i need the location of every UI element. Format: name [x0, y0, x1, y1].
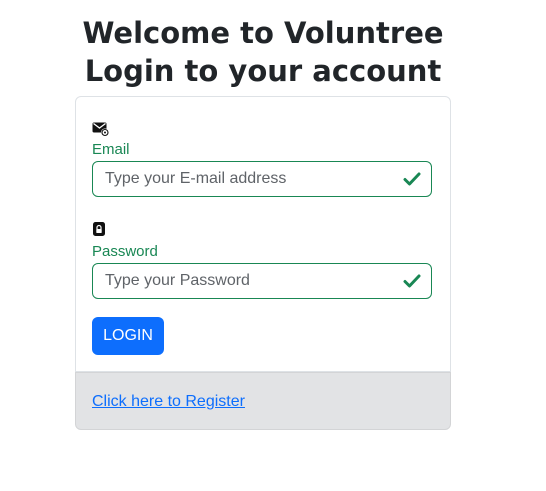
- valid-check-icon: [403, 274, 421, 288]
- lock-icon: [93, 222, 105, 236]
- login-button[interactable]: LOGIN: [92, 317, 164, 355]
- login-subtitle: Login to your account: [84, 54, 442, 88]
- register-footer: Click here to Register: [75, 372, 451, 430]
- register-link[interactable]: Click here to Register: [92, 393, 245, 411]
- login-card: Email Password LOGIN: [75, 96, 451, 372]
- email-label: Email: [92, 141, 130, 158]
- email-field[interactable]: [93, 162, 395, 196]
- valid-check-icon: [403, 172, 421, 186]
- password-label: Password: [92, 243, 158, 260]
- password-field[interactable]: [93, 264, 395, 298]
- envelope-at-icon: [92, 122, 109, 137]
- welcome-title: Welcome to Voluntree: [82, 16, 444, 50]
- page-heading: Welcome to Voluntree Login to your accou…: [0, 14, 526, 90]
- email-field-wrapper: [92, 161, 432, 197]
- password-field-wrapper: [92, 263, 432, 299]
